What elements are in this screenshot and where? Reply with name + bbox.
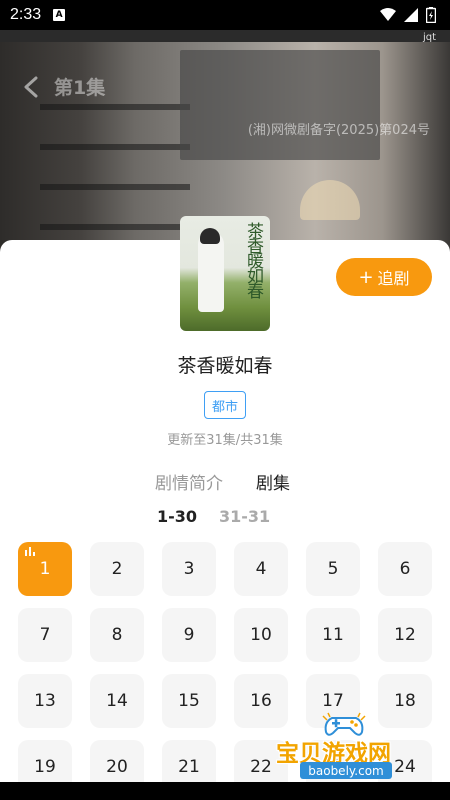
episode-number: 12 xyxy=(394,625,416,645)
episode-number: 21 xyxy=(178,757,200,777)
episode-number: 20 xyxy=(106,757,128,777)
status-time: 2:33 xyxy=(10,6,42,23)
episode-button[interactable]: 5 xyxy=(306,542,360,596)
plus-icon: + xyxy=(358,266,374,288)
site-watermark: 宝贝游戏网 baobely.com xyxy=(276,712,422,782)
episode-button[interactable]: 12 xyxy=(378,608,432,662)
genre-tag[interactable]: 都市 xyxy=(204,391,246,419)
status-left: 2:33 A xyxy=(10,6,66,24)
episode-button[interactable]: 20 xyxy=(90,740,144,782)
episode-range-tab[interactable]: 1-30 xyxy=(157,507,197,526)
video-scene-lamp xyxy=(300,180,360,220)
episode-number: 3 xyxy=(183,559,195,579)
tab-synopsis[interactable]: 剧情简介 xyxy=(155,469,223,494)
episode-button[interactable]: 1 xyxy=(18,542,72,596)
episode-number: 8 xyxy=(111,625,123,645)
status-right xyxy=(380,7,436,23)
license-watermark: (湘)网微剧备字(2025)第024号 xyxy=(247,123,430,138)
cover-figure xyxy=(198,232,224,312)
battery-charging-icon xyxy=(426,7,436,23)
episode-button[interactable]: 14 xyxy=(90,674,144,728)
site-watermark-url: baobely.com xyxy=(300,762,392,779)
episode-number: 17 xyxy=(322,691,344,711)
episode-number: 9 xyxy=(183,625,195,645)
episode-number: 19 xyxy=(34,757,56,777)
follow-button[interactable]: + 追剧 xyxy=(336,258,432,296)
cover-title-art: 茶香暖如春 xyxy=(243,222,263,297)
episode-button[interactable]: 11 xyxy=(306,608,360,662)
episode-number: 18 xyxy=(394,691,416,711)
episode-button[interactable]: 9 xyxy=(162,608,216,662)
episode-number: 10 xyxy=(250,625,272,645)
navigation-bar xyxy=(0,782,450,800)
episode-number: 5 xyxy=(327,559,339,579)
cover-figure-hair xyxy=(200,228,220,244)
playing-bars-icon xyxy=(25,547,35,556)
back-button[interactable] xyxy=(18,74,44,100)
drama-title: 茶香暖如春 xyxy=(177,355,273,377)
episode-number: 6 xyxy=(399,559,411,579)
update-status: 更新至31集/共31集 xyxy=(167,433,283,448)
episode-title: 第1集 xyxy=(54,77,106,99)
app-notification-icon: A xyxy=(53,9,66,21)
episode-number: 7 xyxy=(39,625,51,645)
episode-number: 1 xyxy=(39,559,51,579)
follow-label: 追剧 xyxy=(377,269,410,288)
wifi-icon xyxy=(380,8,396,21)
tab-episodes[interactable]: 剧集 xyxy=(256,469,290,494)
episode-button[interactable]: 15 xyxy=(162,674,216,728)
episode-number: 2 xyxy=(111,559,123,579)
episode-button[interactable]: 19 xyxy=(18,740,72,782)
episode-number: 13 xyxy=(34,691,56,711)
video-overlay-label: jqt xyxy=(422,32,436,43)
video-top-band xyxy=(0,30,450,42)
episode-number: 16 xyxy=(250,691,272,711)
signal-icon xyxy=(404,8,418,22)
episode-button[interactable]: 6 xyxy=(378,542,432,596)
episode-number: 11 xyxy=(322,625,344,645)
video-scene-window xyxy=(180,50,380,160)
episode-number: 15 xyxy=(178,691,200,711)
episode-button[interactable]: 21 xyxy=(162,740,216,782)
episode-button[interactable]: 3 xyxy=(162,542,216,596)
drama-cover: 茶香暖如春 xyxy=(180,216,270,331)
episode-button[interactable]: 4 xyxy=(234,542,288,596)
episode-button[interactable]: 10 xyxy=(234,608,288,662)
back-arrow-icon xyxy=(24,76,38,98)
episode-range-tab[interactable]: 31-31 xyxy=(219,507,270,526)
episode-number: 22 xyxy=(250,757,272,777)
episode-number: 14 xyxy=(106,691,128,711)
episode-button[interactable]: 13 xyxy=(18,674,72,728)
episode-button[interactable]: 8 xyxy=(90,608,144,662)
episode-number: 4 xyxy=(255,559,267,579)
episode-button[interactable]: 2 xyxy=(90,542,144,596)
status-bar: 2:33 A xyxy=(0,0,450,30)
episode-button[interactable]: 7 xyxy=(18,608,72,662)
